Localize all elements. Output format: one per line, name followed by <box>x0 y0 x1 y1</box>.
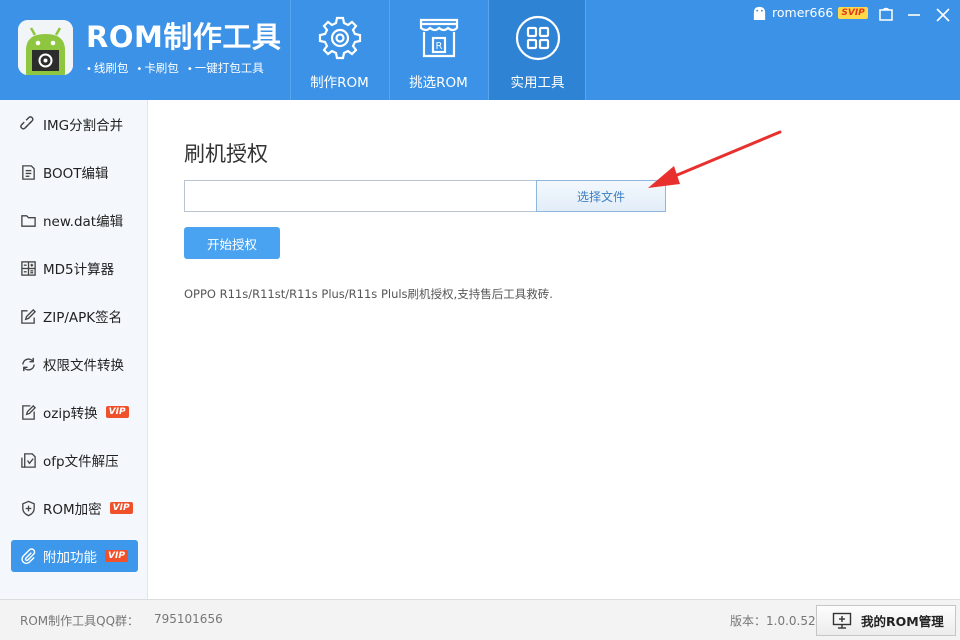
sidebar-item-boot-edit[interactable]: BOOT编辑 <box>11 156 138 188</box>
svg-text:R: R <box>436 41 443 52</box>
app-logo <box>18 20 73 75</box>
sidebar-item-label: IMG分割合并 <box>43 118 124 134</box>
user-info[interactable]: romer666 SVIP <box>752 5 868 20</box>
subtitle-item: 一键打包工具 <box>187 60 264 76</box>
android-icon <box>753 6 766 20</box>
monitor-icon <box>832 612 852 629</box>
tab-label: 制作ROM <box>310 75 369 91</box>
tab-label: 挑选ROM <box>409 75 468 91</box>
gear-icon <box>318 16 362 60</box>
file-path-input[interactable] <box>184 180 537 212</box>
sidebar-item-addon[interactable]: 附加功能 VIP <box>11 540 138 572</box>
sidebar-item-permission-convert[interactable]: 权限文件转换 <box>11 348 138 380</box>
paperclip-icon <box>21 547 36 564</box>
sidebar-item-newdat-edit[interactable]: new.dat编辑 <box>11 204 138 236</box>
document-icon <box>22 164 35 180</box>
sidebar-item-label: ROM加密 <box>43 502 102 518</box>
subtitle-item: 线刷包 <box>86 60 129 76</box>
page-title: 刷机授权 <box>184 142 268 166</box>
sidebar-item-md5[interactable]: MD5计算器 <box>11 252 138 284</box>
tab-label: 实用工具 <box>510 75 565 91</box>
qq-group-number: 795101656 <box>154 612 223 626</box>
sidebar-item-label: new.dat编辑 <box>43 214 124 230</box>
tab-make-rom[interactable]: 制作ROM <box>290 0 388 100</box>
subtitle-item: 卡刷包 <box>136 60 179 76</box>
qq-group-label: ROM制作工具QQ群： <box>20 614 140 628</box>
username: romer666 <box>772 5 834 20</box>
tab-tools[interactable]: 实用工具 <box>488 0 586 100</box>
annotation-arrow-icon <box>648 130 782 188</box>
extract-icon <box>21 452 36 468</box>
shield-plus-icon <box>22 500 35 516</box>
folder-icon <box>21 214 36 227</box>
vip-badge: VIP <box>109 502 133 514</box>
grid-icon <box>515 15 561 61</box>
edit-file-icon <box>22 404 37 420</box>
sidebar-item-label: BOOT编辑 <box>43 166 109 182</box>
minimize-icon[interactable] <box>903 4 925 26</box>
edit-icon <box>21 308 37 324</box>
refresh-icon <box>22 357 35 371</box>
manage-label: 我的ROM管理 <box>861 614 944 629</box>
sidebar-item-ofp-extract[interactable]: ofp文件解压 <box>11 444 138 476</box>
sidebar-item-label: ofp文件解压 <box>43 454 119 470</box>
store-icon: R <box>419 18 459 58</box>
close-icon[interactable] <box>932 4 954 26</box>
version-label: 版本：1.0.0.52 <box>730 614 816 628</box>
link-icon <box>20 115 34 129</box>
start-authorize-button[interactable]: 开始授权 <box>184 227 280 259</box>
svip-badge: SVIP <box>838 6 868 19</box>
sidebar-item-img-split[interactable]: IMG分割合并 <box>11 108 138 140</box>
tab-choose-rom[interactable]: R 挑选ROM <box>389 0 487 100</box>
sidebar-item-label: 权限文件转换 <box>43 358 124 374</box>
title-bar: ROM制作工具 线刷包 卡刷包 一键打包工具 制作ROM R 挑选ROM <box>0 0 960 100</box>
sidebar-item-label: MD5计算器 <box>43 262 115 278</box>
sidebar-item-rom-encrypt[interactable]: ROM加密 VIP <box>11 492 138 524</box>
sidebar-item-ozip[interactable]: ozip转换 VIP <box>11 396 138 428</box>
app-title: ROM制作工具 <box>86 20 282 54</box>
skin-icon[interactable] <box>875 4 897 26</box>
sidebar-item-label: 附加功能 <box>43 550 97 566</box>
my-rom-manage-button[interactable]: 我的ROM管理 <box>816 605 956 636</box>
sidebar: IMG分割合并 BOOT编辑 new.dat编辑 MD5计算器 ZIP/APK签… <box>0 100 148 599</box>
vip-badge: VIP <box>105 406 129 418</box>
description-text: OPPO R11s/R11st/R11s Plus/R11s Pluls刷机授权… <box>184 287 553 301</box>
app-subtitle: 线刷包 卡刷包 一键打包工具 <box>86 60 264 76</box>
calculator-icon <box>21 260 36 276</box>
sidebar-item-label: ZIP/APK签名 <box>43 310 123 326</box>
vip-badge: VIP <box>105 550 128 562</box>
sidebar-item-label: ozip转换 <box>43 406 98 422</box>
sidebar-item-zip-sign[interactable]: ZIP/APK签名 <box>11 300 138 332</box>
tab-divider <box>585 0 586 100</box>
status-bar: ROM制作工具QQ群： 795101656 版本：1.0.0.52 我的ROM管… <box>0 599 960 640</box>
